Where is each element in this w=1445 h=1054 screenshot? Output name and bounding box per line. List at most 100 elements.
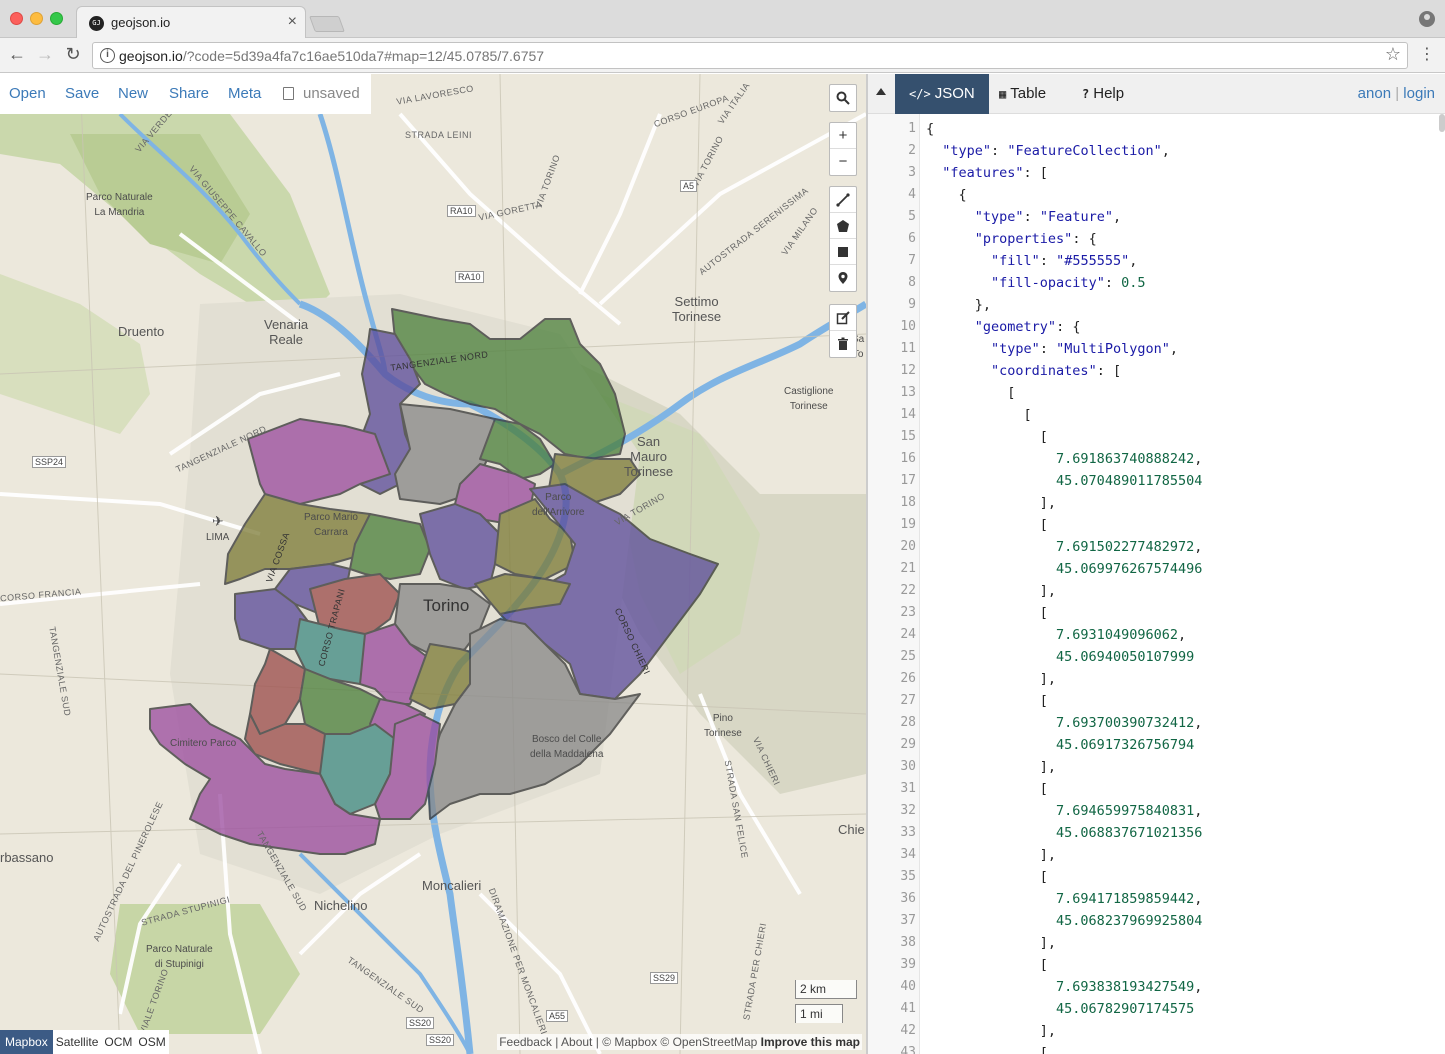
anon-link[interactable]: anon (1358, 85, 1391, 102)
code-line[interactable]: "geometry": { (926, 316, 1081, 338)
window-close-button[interactable] (10, 12, 23, 25)
draw-line-icon[interactable] (830, 187, 856, 213)
improve-map-link[interactable]: Improve this map (761, 1035, 860, 1049)
code-line[interactable]: "type": "MultiPolygon", (926, 338, 1178, 360)
line-number: 21 (900, 561, 916, 576)
meta-button[interactable]: Meta (228, 85, 261, 102)
code-line[interactable]: 45.06917326756794 (926, 734, 1194, 756)
draw-marker-icon[interactable] (830, 265, 856, 291)
code-line[interactable]: 7.691502277482972, (926, 536, 1202, 558)
back-arrow-icon[interactable]: ← (6, 44, 28, 65)
draw-polygon-icon[interactable] (830, 213, 856, 239)
layer-osm[interactable]: OSM (135, 1030, 168, 1054)
code-line[interactable]: 7.694171859859442, (926, 888, 1202, 910)
window-maximize-button[interactable] (50, 12, 63, 25)
code-line[interactable]: ], (926, 492, 1056, 514)
code-line[interactable]: [ (926, 1042, 1048, 1054)
code-line[interactable]: 45.068837671021356 (926, 822, 1202, 844)
code-line[interactable]: }, (926, 294, 991, 316)
code-line[interactable]: [ (926, 866, 1048, 888)
code-line[interactable]: "fill-opacity": 0.5 (926, 272, 1145, 294)
new-tab-button[interactable] (309, 16, 345, 32)
code-line[interactable]: 45.069976267574496 (926, 558, 1202, 580)
code-line[interactable]: [ (926, 602, 1048, 624)
tab-table[interactable]: ▦ Table (985, 74, 1060, 114)
url-text[interactable]: geojson.io/?code=5d39a4fa7c16ae510da7#ma… (119, 48, 544, 64)
json-editor[interactable]: 1 {2 "type": "FeatureCollection", 3 "featu… (868, 114, 1445, 1054)
line-number: 38 (900, 935, 916, 950)
code-line[interactable]: [ (926, 426, 1048, 448)
code-line[interactable]: [ (926, 382, 1015, 404)
line-number: 4 (908, 187, 916, 202)
address-bar[interactable]: i geojson.io/?code=5d39a4fa7c16ae510da7#… (92, 42, 1408, 69)
road-label-strada-leini: STRADA LEINI (405, 130, 473, 140)
code-line[interactable]: 45.070489011785504 (926, 470, 1202, 492)
code-line[interactable]: "features": [ (926, 162, 1048, 184)
login-link[interactable]: login (1403, 85, 1435, 102)
draw-rectangle-icon[interactable] (830, 239, 856, 265)
search-icon[interactable] (830, 85, 856, 111)
open-button[interactable]: Open (9, 85, 46, 102)
code-line[interactable]: ], (926, 756, 1056, 778)
code-line[interactable]: 45.068237969925804 (926, 910, 1202, 932)
code-line[interactable]: [ (926, 690, 1048, 712)
tab-help[interactable]: ? Help (1068, 74, 1138, 114)
code-line[interactable]: [ (926, 514, 1048, 536)
geojson-favicon-icon: GJ (89, 16, 104, 31)
search-control (829, 84, 857, 112)
code-line[interactable]: { (926, 184, 967, 206)
tab-close-icon[interactable]: × (288, 13, 297, 31)
code-line[interactable]: 7.693838193427549, (926, 976, 1202, 998)
line-number: 24 (900, 627, 916, 642)
code-line[interactable]: "coordinates": [ (926, 360, 1121, 382)
code-line[interactable]: "properties": { (926, 228, 1097, 250)
code-line[interactable]: [ (926, 954, 1048, 976)
code-line[interactable]: 7.691863740888242, (926, 448, 1202, 470)
trash-icon[interactable] (830, 331, 856, 357)
code-line[interactable]: [ (926, 778, 1048, 800)
code-line[interactable]: 7.693700390732412, (926, 712, 1202, 734)
code-line[interactable]: 45.06782907174575 (926, 998, 1194, 1020)
copyright-text[interactable]: © Mapbox © OpenStreetMap (602, 1035, 757, 1049)
editor-scrollbar[interactable] (1439, 114, 1445, 132)
share-button[interactable]: Share (169, 85, 209, 102)
feedback-link[interactable]: Feedback (499, 1035, 552, 1049)
edit-icon[interactable] (830, 305, 856, 331)
code-line[interactable]: { (926, 118, 934, 140)
about-link[interactable]: About (561, 1035, 592, 1049)
layer-ocm[interactable]: OCM (101, 1030, 135, 1054)
window-minimize-button[interactable] (30, 12, 43, 25)
map-view[interactable]: Torino Venaria Reale Druento Settimo Tor… (0, 74, 866, 1054)
tab-json[interactable]: </> JSON (895, 74, 989, 114)
info-icon[interactable]: i (100, 48, 115, 63)
code-line[interactable]: ], (926, 580, 1056, 602)
code-line[interactable]: ], (926, 844, 1056, 866)
zoom-in-button[interactable]: + (830, 123, 856, 149)
scale-km: 2 km (795, 980, 857, 999)
code-line[interactable]: 7.6931049096062, (926, 624, 1186, 646)
line-number: 3 (908, 165, 916, 180)
code-line[interactable]: "type": "Feature", (926, 206, 1121, 228)
code-line[interactable]: ], (926, 668, 1056, 690)
zoom-out-button[interactable]: − (830, 149, 856, 175)
code-line[interactable]: 45.06940050107999 (926, 646, 1194, 668)
new-button[interactable]: New (118, 85, 148, 102)
line-number: 34 (900, 847, 916, 862)
collapse-arrow-icon[interactable] (876, 88, 886, 95)
code-line[interactable]: ], (926, 1020, 1056, 1042)
code-line[interactable]: 7.694659975840831, (926, 800, 1202, 822)
layer-mapbox[interactable]: Mapbox (0, 1030, 53, 1054)
profile-icon[interactable] (1419, 11, 1435, 27)
reload-icon[interactable]: ↻ (62, 44, 84, 65)
browser-menu-icon[interactable]: ⋮ (1419, 44, 1435, 64)
browser-tab[interactable]: GJ geojson.io × (76, 6, 306, 38)
forward-arrow-icon[interactable]: → (34, 44, 56, 65)
bookmark-star-icon[interactable]: ☆ (1385, 44, 1401, 65)
code-line[interactable]: "fill": "#555555", (926, 250, 1137, 272)
code-line[interactable]: [ (926, 404, 1032, 426)
code-line[interactable]: "type": "FeatureCollection", (926, 140, 1170, 162)
save-button[interactable]: Save (65, 85, 99, 102)
code-line[interactable]: ], (926, 932, 1056, 954)
line-number: 26 (900, 671, 916, 686)
layer-satellite[interactable]: Satellite (53, 1030, 102, 1054)
